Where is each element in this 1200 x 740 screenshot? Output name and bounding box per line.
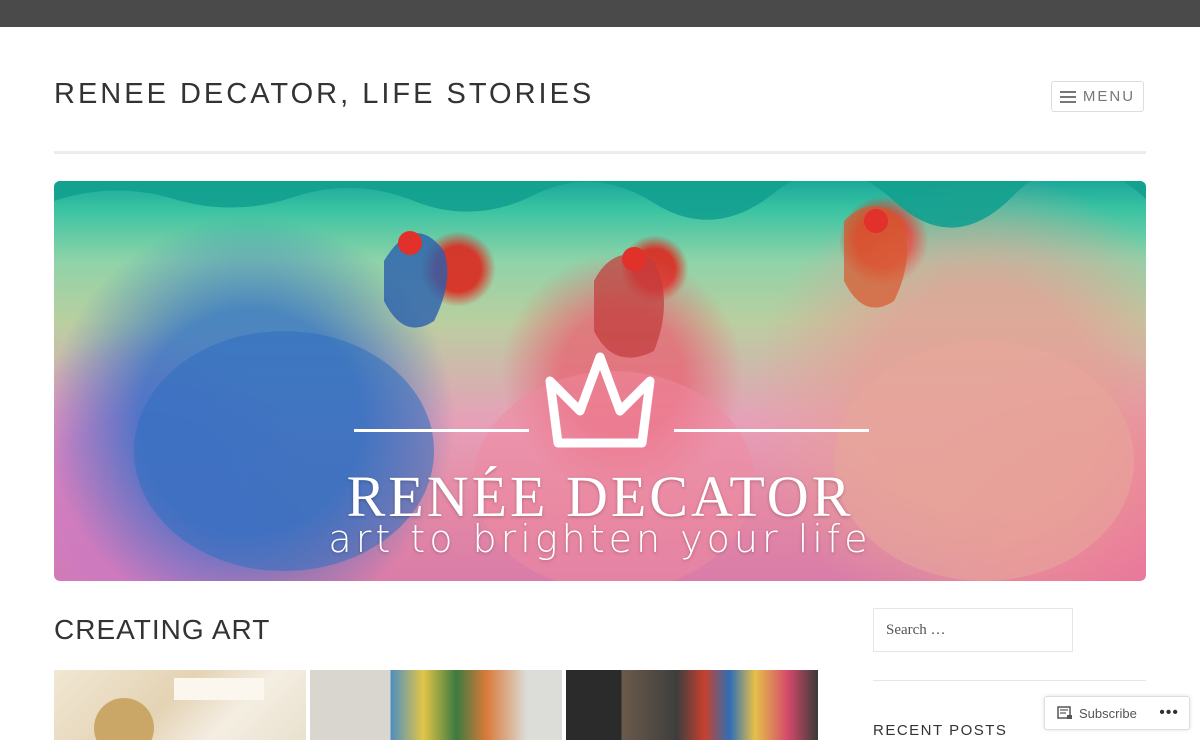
- gallery-thumbnail[interactable]: [566, 670, 818, 740]
- hamburger-icon: [1059, 90, 1076, 103]
- subscribe-button[interactable]: Subscribe: [1045, 697, 1145, 729]
- gallery-thumbnail[interactable]: [310, 670, 562, 740]
- menu-button[interactable]: MENU: [1051, 81, 1144, 112]
- banner-rule-left: [354, 429, 529, 432]
- admin-top-bar: [0, 0, 1200, 27]
- banner-rule-right: [674, 429, 869, 432]
- sidebar-divider: [873, 680, 1146, 681]
- more-options-button[interactable]: •••: [1149, 704, 1189, 722]
- menu-label: MENU: [1082, 88, 1136, 105]
- gallery-thumbnail[interactable]: [54, 670, 306, 740]
- banner-tagline: art to brighten your life: [328, 517, 872, 561]
- header-banner-image[interactable]: RENÉE DECATOR art to brighten your life: [54, 181, 1146, 581]
- thumbnail-window: [174, 678, 264, 700]
- subscribe-icon: [1057, 706, 1072, 719]
- subscribe-bar: Subscribe •••: [1044, 696, 1190, 730]
- header-divider: [54, 151, 1146, 154]
- recent-posts-heading: RECENT POSTS: [873, 722, 1008, 739]
- crown-logo-icon: [545, 352, 655, 448]
- thumbnail-figure: [94, 698, 154, 740]
- search-input[interactable]: [873, 608, 1073, 652]
- subscribe-label: Subscribe: [1079, 705, 1137, 721]
- site-title[interactable]: RENEE DECATOR, LIFE STORIES: [54, 78, 594, 111]
- post-title[interactable]: CREATING ART: [54, 614, 270, 646]
